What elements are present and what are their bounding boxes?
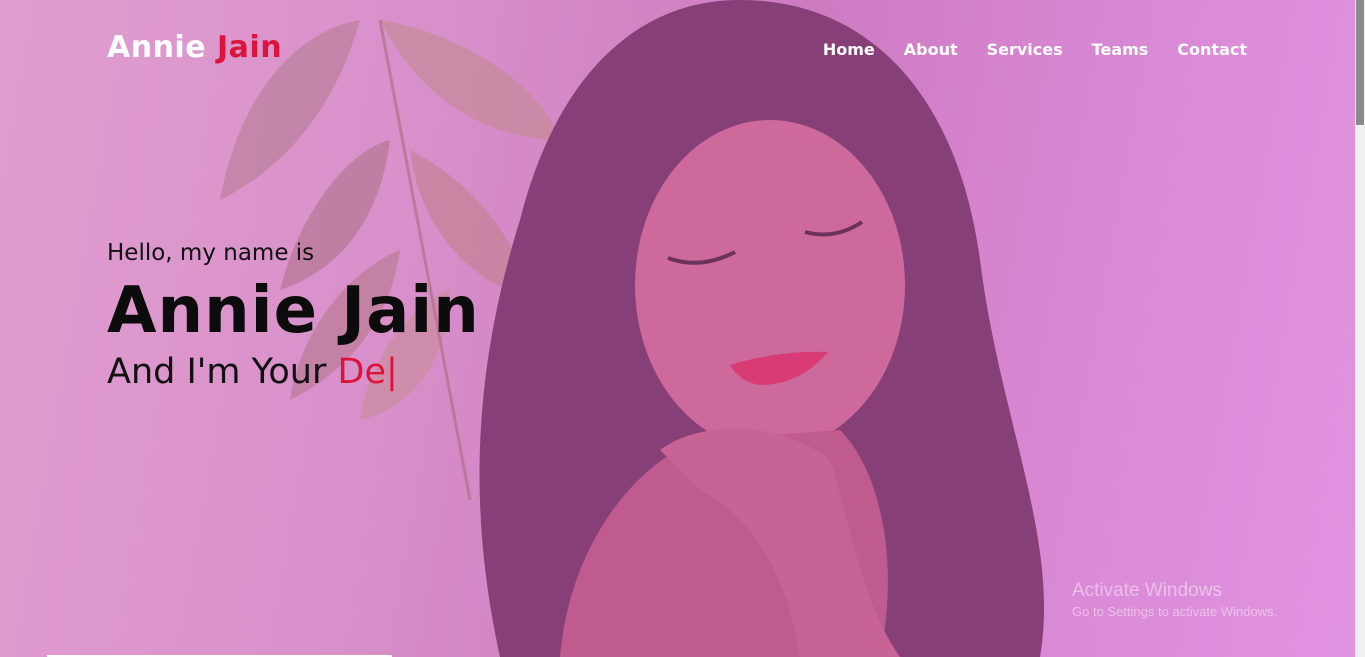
typing-cursor: | xyxy=(385,352,398,392)
tagline-prefix: And I'm Your xyxy=(107,352,327,392)
watermark-subtitle: Go to Settings to activate Windows. xyxy=(1072,604,1278,619)
nav-teams-link[interactable]: Teams xyxy=(1092,40,1149,59)
hero-name: Annie Jain xyxy=(107,274,480,348)
home-page: Annie Jain Home About Services Teams Con… xyxy=(0,0,1365,657)
logo-first-name: Annie xyxy=(107,30,207,65)
nav-about-link[interactable]: About xyxy=(904,40,958,59)
nav-services-link[interactable]: Services xyxy=(987,40,1063,59)
hero-tagline: And I'm Your De| xyxy=(107,352,480,392)
navbar: Annie Jain Home About Services Teams Con… xyxy=(0,0,1355,100)
logo-last-name: Jain xyxy=(217,30,283,65)
nav-menu: Home About Services Teams Contact xyxy=(823,40,1247,59)
typed-text: De xyxy=(337,352,386,392)
page-scrollbar[interactable] xyxy=(1355,0,1365,657)
nav-home-link[interactable]: Home xyxy=(823,40,875,59)
activate-windows-watermark: Activate Windows Go to Settings to activ… xyxy=(1072,580,1277,619)
hero-text: Hello, my name is Annie Jain And I'm You… xyxy=(107,240,480,392)
site-logo[interactable]: Annie Jain xyxy=(107,30,282,65)
watermark-title: Activate Windows xyxy=(1072,580,1222,601)
hero-greeting: Hello, my name is xyxy=(107,240,315,266)
scrollbar-thumb[interactable] xyxy=(1356,0,1364,125)
nav-contact-link[interactable]: Contact xyxy=(1177,40,1247,59)
